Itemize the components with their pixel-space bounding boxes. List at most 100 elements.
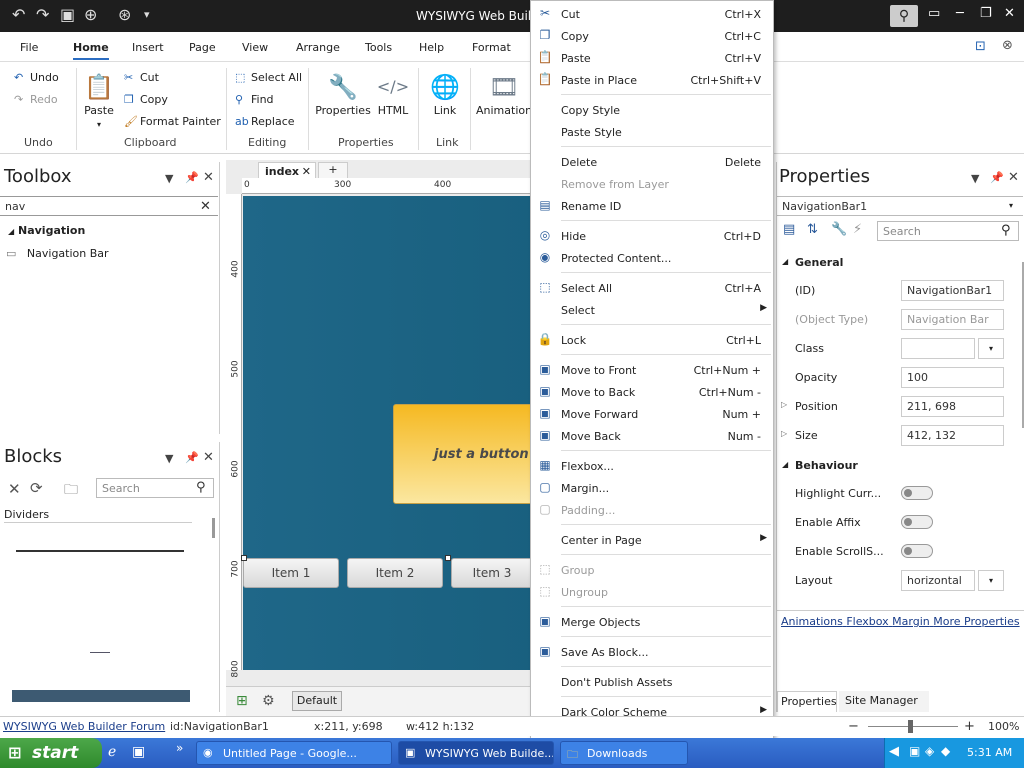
menu-item-don-t-publish-assets[interactable]: Don't Publish Assets — [531, 671, 773, 693]
link-flexbox[interactable]: Flexbox — [846, 615, 888, 628]
zoom-slider[interactable] — [868, 726, 958, 727]
publish-icon[interactable]: ⊛ — [118, 5, 131, 24]
object-selector[interactable]: NavigationBar1 — [777, 196, 1023, 216]
dropdown-icon[interactable]: ▼ — [165, 452, 173, 465]
close-icon[interactable]: ✕ — [8, 480, 21, 498]
selection-handle[interactable] — [241, 555, 247, 561]
menu-item-protected-content[interactable]: ◉ Protected Content... — [531, 247, 773, 269]
prop-layout[interactable]: Layout horizontal ▾ — [795, 570, 1020, 592]
menu-item-flexbox[interactable]: ▦ Flexbox... — [531, 455, 773, 477]
menu-item-save-as-block[interactable]: ▣ Save As Block... — [531, 641, 773, 663]
paste-button[interactable]: 📋 Paste ▾ — [82, 70, 116, 130]
menu-item-copy-style[interactable]: Copy Style — [531, 99, 773, 121]
add-page-icon[interactable]: ⊞ — [236, 693, 248, 709]
undo-icon[interactable]: ↶ — [12, 5, 25, 24]
pin-icon[interactable]: 📌 — [990, 171, 1004, 184]
menu-item-margin[interactable]: ▢ Margin... — [531, 477, 773, 499]
divider-block-preview[interactable] — [16, 550, 184, 552]
prop-highlight-current[interactable]: Highlight Curr... — [795, 483, 1020, 505]
link-animations[interactable]: Animations — [781, 615, 843, 628]
prop-class[interactable]: Class ▾ — [795, 338, 1020, 360]
toolbox-item-navigation-bar[interactable]: ▭ Navigation Bar — [6, 247, 109, 260]
toggle-switch[interactable] — [901, 486, 933, 500]
dropdown-icon[interactable]: ▼ — [971, 172, 979, 185]
close-icon[interactable]: ✕ — [1008, 170, 1019, 185]
layout-icon[interactable]: ▭ — [928, 6, 940, 21]
menu-item-merge-objects[interactable]: ▣ Merge Objects — [531, 611, 773, 633]
sort-icon[interactable]: ⇅ — [807, 222, 818, 237]
blocks-category[interactable]: Dividers — [4, 508, 49, 521]
animation-button[interactable]: 🎞 Animation — [476, 70, 532, 117]
link-margin[interactable]: Margin — [892, 615, 930, 628]
expand-icon[interactable]: ▷ — [781, 400, 787, 409]
html-button[interactable]: </> HTML — [374, 70, 412, 117]
tab-insert[interactable]: Insert — [132, 41, 164, 54]
ribbon-collapse-icon[interactable]: ⊗ — [1002, 38, 1013, 53]
ribbon-options-icon[interactable]: ⊡ — [975, 39, 986, 54]
restore-icon[interactable]: ❐ — [980, 6, 992, 21]
search-icon[interactable]: ⚲ — [890, 5, 918, 27]
collapse-icon[interactable]: ◢ — [782, 460, 788, 469]
preview-icon[interactable]: ⊕ — [84, 5, 97, 24]
dropdown-icon[interactable]: ▼ — [165, 172, 173, 185]
menu-item-move-forward[interactable]: ▣ Move Forward Num + — [531, 403, 773, 425]
folder-icon[interactable]: 🗀 — [64, 479, 78, 503]
scrollbar[interactable] — [212, 518, 215, 538]
pin-icon[interactable]: 📌 — [185, 451, 199, 464]
desktop-icon[interactable]: ▣ — [132, 744, 145, 760]
close-icon[interactable]: ✕ — [1004, 6, 1015, 21]
refresh-icon[interactable]: ⟳ — [30, 479, 43, 497]
network-icon[interactable]: ▣ — [909, 744, 920, 758]
wrench-icon[interactable]: 🔧 — [831, 222, 847, 237]
prop-opacity[interactable]: Opacity 100 — [795, 367, 1020, 389]
link-more-properties[interactable]: More Properties — [933, 615, 1019, 628]
menu-item-lock[interactable]: 🔒 Lock Ctrl+L — [531, 329, 773, 351]
categorized-icon[interactable]: ▤ — [783, 222, 795, 237]
tab-format[interactable]: Format — [472, 41, 511, 54]
properties-button[interactable]: 🔧 Properties — [314, 70, 372, 117]
tab-properties[interactable]: Properties — [777, 691, 837, 712]
find-button[interactable]: ⚲ Find — [235, 93, 274, 106]
menu-item-center-in-page[interactable]: Center in Page ▶ — [531, 529, 773, 551]
menu-item-copy[interactable]: ❐ Copy Ctrl+C — [531, 25, 773, 47]
redo-icon[interactable]: ↷ — [36, 5, 49, 24]
nav-item-2[interactable]: Item 2 — [347, 558, 443, 588]
menu-item-paste[interactable]: 📋 Paste Ctrl+V — [531, 47, 773, 69]
menu-item-select-all[interactable]: ⬚ Select All Ctrl+A — [531, 277, 773, 299]
toggle-switch[interactable] — [901, 544, 933, 558]
link-button[interactable]: 🌐 Link — [426, 70, 464, 117]
back-icon[interactable]: ◀ — [889, 744, 899, 759]
tab-home[interactable]: Home — [73, 41, 109, 60]
tab-page[interactable]: Page — [189, 41, 216, 54]
tab-arrange[interactable]: Arrange — [296, 41, 340, 54]
cut-button[interactable]: ✂ Cut — [124, 71, 159, 84]
expand-icon[interactable]: ▷ — [781, 429, 787, 438]
toolbox-category[interactable]: ◢ Navigation — [8, 224, 85, 237]
pin-icon[interactable]: 📌 — [185, 171, 199, 184]
close-icon[interactable]: ✕ — [302, 165, 311, 178]
chevron-down-icon[interactable]: ▾ — [978, 338, 1004, 359]
format-painter-button[interactable]: 🖌 Format Painter — [124, 115, 221, 128]
close-icon[interactable]: ✕ — [203, 450, 214, 465]
menu-item-paste-style[interactable]: Paste Style — [531, 121, 773, 143]
page-settings-icon[interactable]: ⚙ — [262, 693, 275, 709]
divider-block-preview[interactable] — [12, 690, 190, 702]
toolbox-search-input[interactable]: nav — [0, 196, 218, 216]
properties-search-input[interactable]: Search — [877, 221, 1019, 241]
menu-item-move-to-front[interactable]: ▣ Move to Front Ctrl+Num + — [531, 359, 773, 381]
chevron-down-icon[interactable]: ▾ — [978, 570, 1004, 591]
minimize-icon[interactable]: ─ — [956, 6, 964, 21]
zoom-in-icon[interactable]: + — [964, 719, 975, 734]
volume-icon[interactable]: ◈ — [925, 744, 934, 758]
selection-handle[interactable] — [445, 555, 451, 561]
nav-item-3[interactable]: Item 3 — [451, 558, 533, 588]
menu-item-cut[interactable]: ✂ Cut Ctrl+X — [531, 3, 773, 25]
select-all-button[interactable]: ⬚ Select All — [235, 71, 302, 84]
prop-size[interactable]: ▷ Size 412, 132 — [781, 425, 1020, 447]
events-icon[interactable]: ⚡ — [853, 222, 862, 237]
clear-icon[interactable]: ✕ — [200, 199, 211, 214]
toggle-switch[interactable] — [901, 515, 933, 529]
collapse-icon[interactable]: ◢ — [782, 257, 788, 266]
shield-icon[interactable]: ◆ — [941, 744, 950, 758]
task-wysiwyg[interactable]: ▣ WYSIWYG Web Builde... — [398, 741, 554, 765]
